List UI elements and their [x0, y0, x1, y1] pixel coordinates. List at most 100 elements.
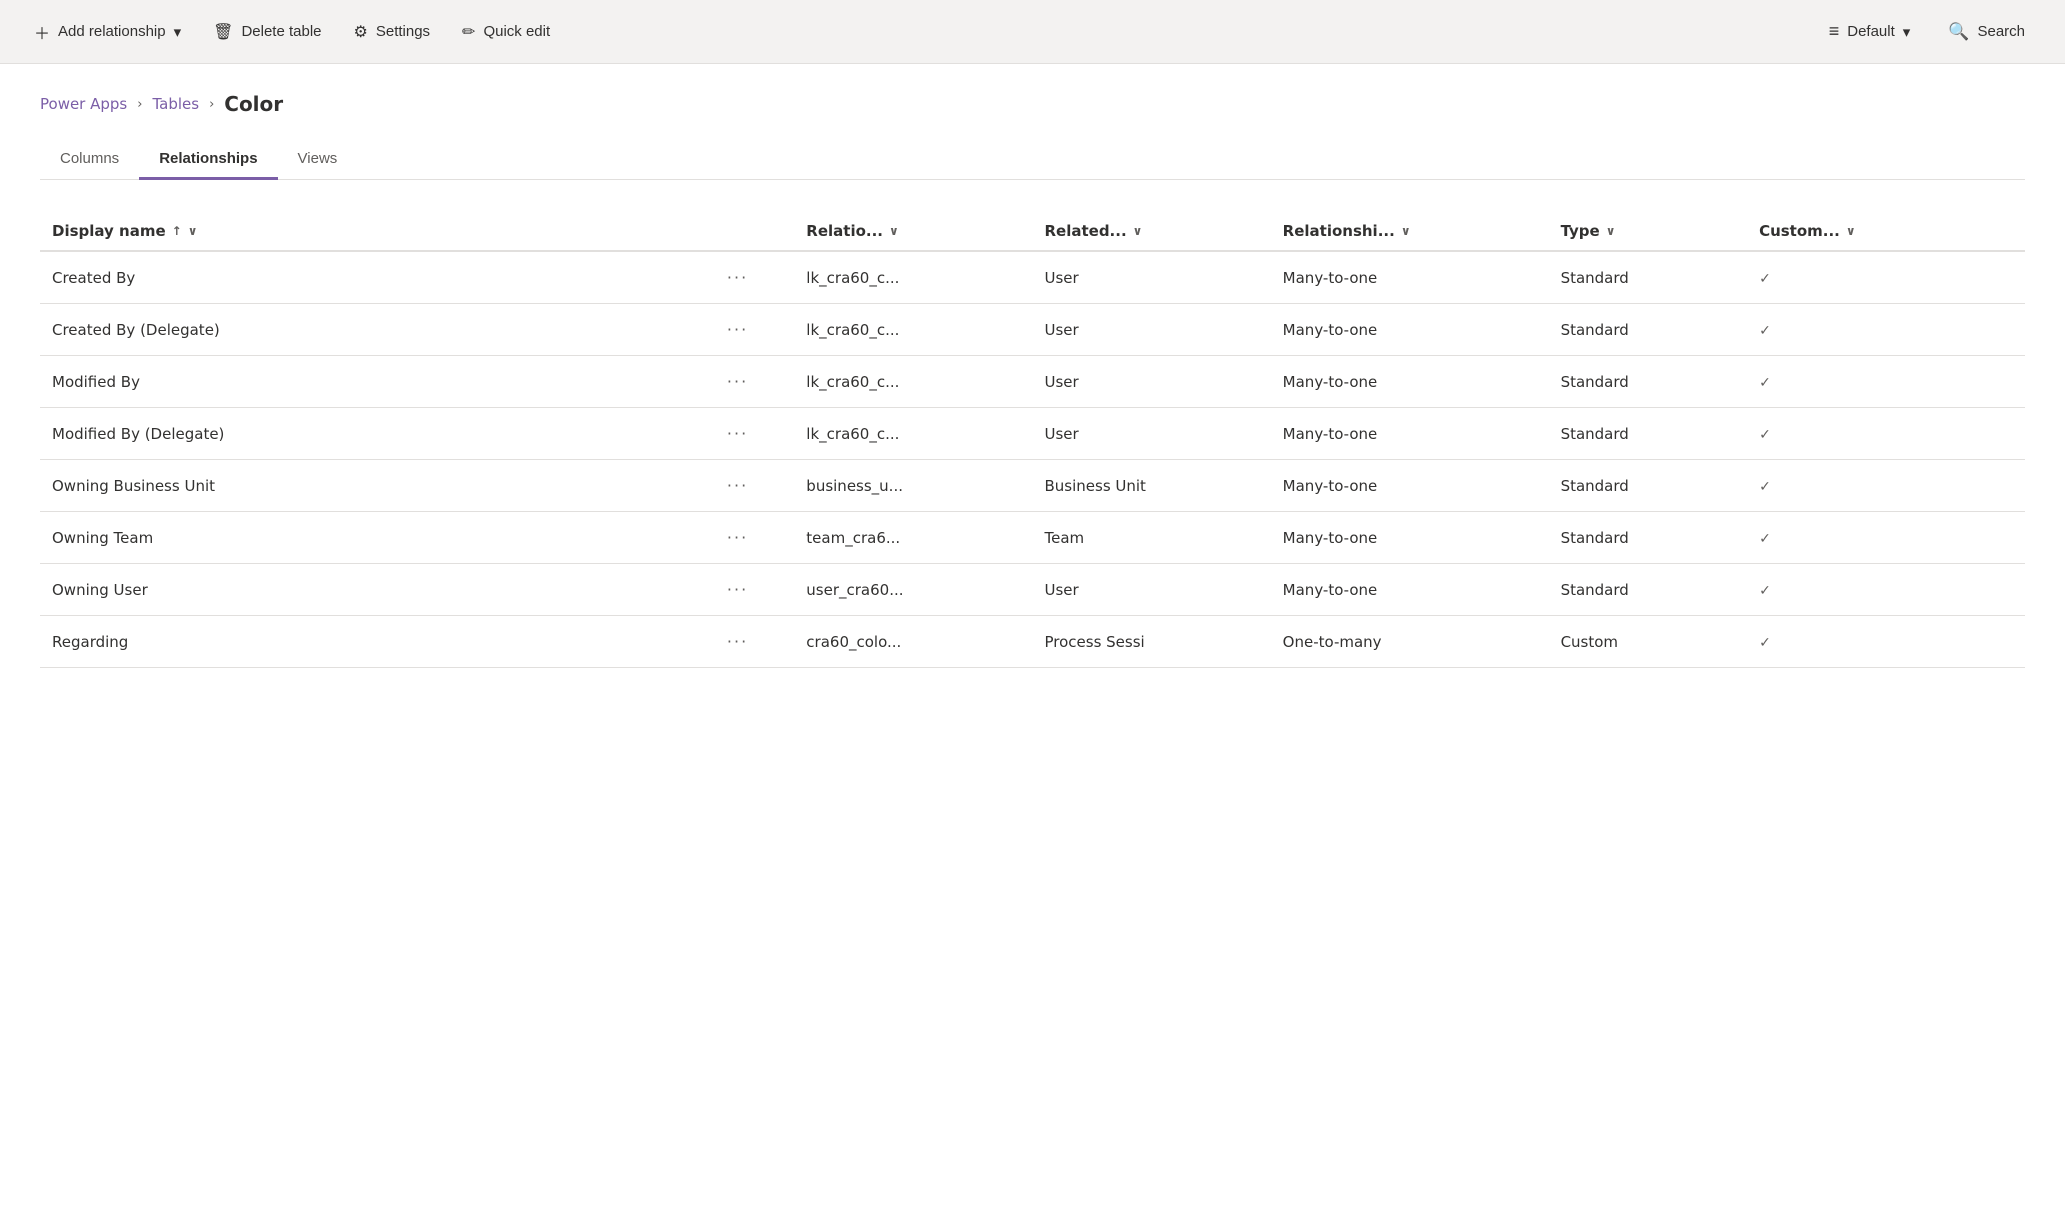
cell-relationship-type: Many-to-one [1271, 251, 1549, 304]
row-actions-dots[interactable]: ··· [727, 268, 748, 287]
row-actions-dots[interactable]: ··· [727, 632, 748, 651]
breadcrumb-power-apps[interactable]: Power Apps [40, 95, 127, 113]
search-icon: 🔍 [1948, 22, 1969, 42]
cell-customizable: ✓ [1747, 408, 2025, 460]
cell-display-name: Owning User [40, 564, 715, 616]
tab-relationships[interactable]: Relationships [139, 140, 277, 180]
row-actions-dots[interactable]: ··· [727, 580, 748, 599]
cell-customizable: ✓ [1747, 251, 2025, 304]
row-actions-dots[interactable]: ··· [727, 372, 748, 391]
cell-related: User [1032, 408, 1270, 460]
row-actions-dots[interactable]: ··· [727, 476, 748, 495]
row-actions-dots[interactable]: ··· [727, 528, 748, 547]
cell-row-actions[interactable]: ··· [715, 512, 794, 564]
col-header-relationship-type: Relationshi... ∨ [1271, 212, 1549, 251]
delete-table-button[interactable]: 🗑 Delete table [199, 14, 335, 50]
cell-related: Team [1032, 512, 1270, 564]
relship-filter-icon[interactable]: ∨ [1401, 224, 1411, 238]
table-row: Owning Business Unit ··· business_u... B… [40, 460, 2025, 512]
table-row: Regarding ··· cra60_colo... Process Sess… [40, 616, 2025, 668]
breadcrumb-tables[interactable]: Tables [152, 95, 199, 113]
type-filter-icon[interactable]: ∨ [1606, 224, 1616, 238]
cell-row-actions[interactable]: ··· [715, 564, 794, 616]
settings-button[interactable]: ⚙ Settings [340, 14, 445, 50]
checkmark-icon: ✓ [1759, 583, 1771, 599]
custom-filter-icon[interactable]: ∨ [1846, 224, 1856, 238]
table-row: Owning User ··· user_cra60... User Many-… [40, 564, 2025, 616]
gear-icon: ⚙ [354, 22, 368, 42]
cell-related: User [1032, 251, 1270, 304]
cell-type: Standard [1549, 460, 1748, 512]
search-button[interactable]: 🔍 Search [1928, 14, 2045, 50]
cell-relationship-name: lk_cra60_c... [794, 251, 1032, 304]
breadcrumb-current: Color [224, 92, 283, 116]
breadcrumb-sep-1: › [137, 97, 142, 112]
cell-row-actions[interactable]: ··· [715, 616, 794, 668]
default-view-button[interactable]: ≡ Default ▾ [1815, 13, 1925, 50]
cell-relationship-name: cra60_colo... [794, 616, 1032, 668]
table-header-row: Display name ↑ ∨ Relatio... ∨ Related... [40, 212, 2025, 251]
cell-relationship-type: Many-to-one [1271, 460, 1549, 512]
breadcrumb-sep-2: › [209, 97, 214, 112]
cell-relationship-name: business_u... [794, 460, 1032, 512]
col-header-customizable: Custom... ∨ [1747, 212, 2025, 251]
toolbar-right: ≡ Default ▾ 🔍 Search [1815, 13, 2045, 50]
table-area: Display name ↑ ∨ Relatio... ∨ Related... [0, 180, 2065, 668]
add-relationship-button[interactable]: ＋ Add relationship ▾ [20, 12, 195, 52]
row-actions-dots[interactable]: ··· [727, 320, 748, 339]
related-filter-icon[interactable]: ∨ [1133, 224, 1143, 238]
breadcrumb: Power Apps › Tables › Color [40, 92, 2025, 116]
checkmark-icon: ✓ [1759, 427, 1771, 443]
table-row: Modified By ··· lk_cra60_c... User Many-… [40, 356, 2025, 408]
trash-icon: 🗑 [213, 22, 233, 42]
cell-display-name: Regarding [40, 616, 715, 668]
cell-related: Business Unit [1032, 460, 1270, 512]
row-actions-dots[interactable]: ··· [727, 424, 748, 443]
cell-row-actions[interactable]: ··· [715, 304, 794, 356]
cell-customizable: ✓ [1747, 512, 2025, 564]
tab-views[interactable]: Views [278, 140, 358, 180]
tabs: Columns Relationships Views [40, 140, 2025, 180]
cell-row-actions[interactable]: ··· [715, 251, 794, 304]
cell-row-actions[interactable]: ··· [715, 356, 794, 408]
quick-edit-button[interactable]: ✏ Quick edit [448, 14, 564, 50]
cell-relationship-name: lk_cra60_c... [794, 408, 1032, 460]
tab-columns[interactable]: Columns [40, 140, 139, 180]
checkmark-icon: ✓ [1759, 635, 1771, 651]
cell-display-name: Owning Business Unit [40, 460, 715, 512]
table-row: Owning Team ··· team_cra6... Team Many-t… [40, 512, 2025, 564]
toolbar: ＋ Add relationship ▾ 🗑 Delete table ⚙ Se… [0, 0, 2065, 64]
cell-display-name: Modified By (Delegate) [40, 408, 715, 460]
plus-icon: ＋ [34, 20, 50, 44]
sort-asc-icon[interactable]: ↑ [172, 224, 182, 238]
cell-relationship-type: Many-to-one [1271, 356, 1549, 408]
table-row: Created By ··· lk_cra60_c... User Many-t… [40, 251, 2025, 304]
col-header-relationship-name: Relatio... ∨ [794, 212, 1032, 251]
col-header-actions [715, 212, 794, 251]
cell-row-actions[interactable]: ··· [715, 460, 794, 512]
checkmark-icon: ✓ [1759, 323, 1771, 339]
pencil-icon: ✏ [462, 22, 475, 42]
cell-related: Process Sessi [1032, 616, 1270, 668]
cell-customizable: ✓ [1747, 564, 2025, 616]
cell-relationship-name: lk_cra60_c... [794, 304, 1032, 356]
checkmark-icon: ✓ [1759, 531, 1771, 547]
default-dropdown-icon[interactable]: ▾ [1903, 23, 1911, 41]
col-header-related: Related... ∨ [1032, 212, 1270, 251]
checkmark-icon: ✓ [1759, 271, 1771, 287]
add-relationship-dropdown-icon[interactable]: ▾ [174, 23, 182, 41]
cell-type: Standard [1549, 564, 1748, 616]
checkmark-icon: ✓ [1759, 375, 1771, 391]
display-name-filter-icon[interactable]: ∨ [188, 224, 198, 238]
checkmark-icon: ✓ [1759, 479, 1771, 495]
cell-row-actions[interactable]: ··· [715, 408, 794, 460]
cell-relationship-name: user_cra60... [794, 564, 1032, 616]
cell-relationship-name: team_cra6... [794, 512, 1032, 564]
cell-display-name: Owning Team [40, 512, 715, 564]
relatio-filter-icon[interactable]: ∨ [889, 224, 899, 238]
cell-type: Standard [1549, 304, 1748, 356]
cell-display-name: Created By (Delegate) [40, 304, 715, 356]
cell-type: Standard [1549, 512, 1748, 564]
breadcrumb-area: Power Apps › Tables › Color [0, 64, 2065, 116]
relationships-table: Display name ↑ ∨ Relatio... ∨ Related... [40, 212, 2025, 668]
